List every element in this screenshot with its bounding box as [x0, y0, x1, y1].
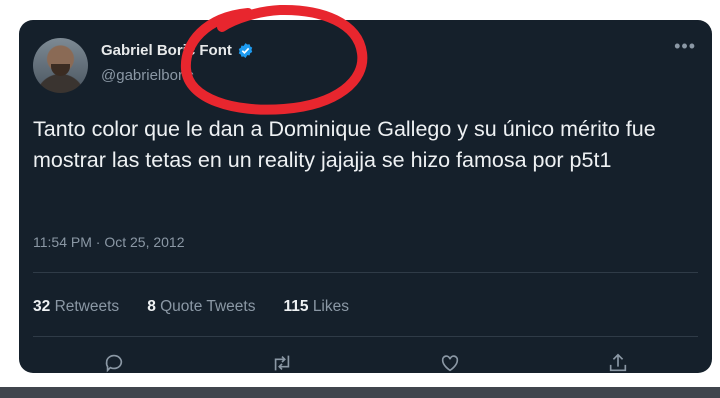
bottom-bar [0, 387, 720, 398]
divider [33, 336, 698, 337]
divider [33, 272, 698, 273]
retweet-icon[interactable] [271, 352, 293, 373]
retweets-count: 32 [33, 298, 51, 315]
reply-icon[interactable] [103, 352, 125, 373]
like-icon[interactable] [439, 352, 461, 373]
stats-row: 32 Retweets 8 Quote Tweets 115 Likes [33, 298, 349, 316]
red-annotation-circle [180, 4, 368, 115]
timestamp[interactable]: 11:54 PM · Oct 25, 2012 [33, 234, 185, 250]
tweet-text: Tanto color que le dan a Dominique Galle… [33, 117, 656, 172]
retweets-label: Retweets [54, 298, 120, 315]
avatar[interactable] [33, 38, 88, 93]
likes-label: Likes [312, 298, 349, 315]
quote-tweets-stat[interactable]: 8 Quote Tweets [147, 298, 255, 316]
quote-tweets-count: 8 [147, 298, 156, 315]
likes-stat[interactable]: 115 Likes [283, 298, 349, 316]
likes-count: 115 [283, 298, 309, 315]
quote-tweets-label: Quote Tweets [160, 298, 256, 315]
action-bar [19, 350, 712, 373]
retweets-stat[interactable]: 32 Retweets [33, 298, 119, 316]
share-icon[interactable] [607, 352, 629, 373]
more-icon[interactable]: ••• [674, 36, 696, 57]
